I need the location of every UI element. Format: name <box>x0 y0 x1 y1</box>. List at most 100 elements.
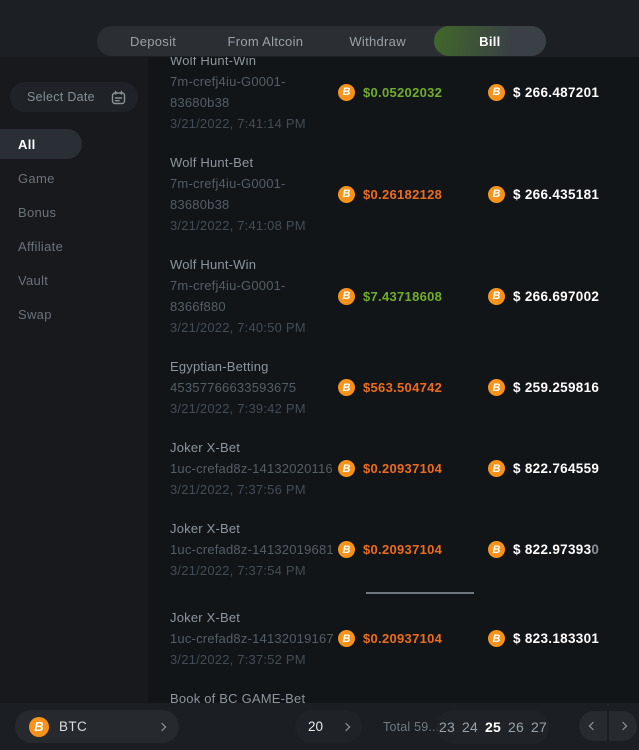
page-number-25[interactable]: 25 <box>485 719 501 735</box>
page-number-26[interactable]: 26 <box>508 719 524 735</box>
select-date-button[interactable]: Select Date <box>10 82 138 112</box>
transaction-title: Wolf Hunt-Win <box>170 57 338 71</box>
transaction-amount-cell: B $0.20937104 <box>338 541 488 558</box>
transaction-timestamp: 3/21/2022, 7:41:08 PM <box>170 215 338 236</box>
page-number-23[interactable]: 23 <box>439 719 455 735</box>
transaction-amount: $0.05202032 <box>363 85 442 100</box>
transaction-balance-cell: B $ 823.183301 <box>488 630 639 647</box>
btc-icon: B <box>338 630 355 647</box>
transaction-balance: $ 266.435181 <box>513 187 599 202</box>
transaction-id-block: 1uc-crefad8z-14132020116 <box>170 458 338 479</box>
transaction-balance-cell: B $ 266.697002 <box>488 288 639 305</box>
btc-icon: B <box>488 186 505 203</box>
sidebar-item-bonus[interactable]: Bonus <box>0 197 148 227</box>
transaction-balance-cell: B $ 266.435181 <box>488 186 639 203</box>
btc-icon: B <box>338 460 355 477</box>
transaction-info: Joker X-Bet 1uc-crefad8z-14132019681 3/2… <box>148 518 338 581</box>
currency-selector[interactable]: B BTC <box>15 710 179 743</box>
main-content: Wolf Hunt-Win 7m-crefj4iu-G0001-83680b38… <box>148 57 639 703</box>
transaction-balance: $ 823.183301 <box>513 631 599 646</box>
row-divider <box>366 592 474 594</box>
transaction-balance-cell: B $ 266.487201 <box>488 84 639 101</box>
transaction-id: 7m-crefj4iu-G0001- <box>170 275 338 296</box>
bill-page: DepositFrom AltcoinWithdrawBill Select D… <box>0 0 639 750</box>
calendar-icon <box>111 90 126 105</box>
transaction-row: Joker X-Bet 1uc-crefad8z-14132019681 3/2… <box>148 511 639 588</box>
next-page-button[interactable] <box>609 711 637 741</box>
transaction-balance: $ 822.973930 <box>513 542 599 557</box>
page-number-24[interactable]: 24 <box>462 719 478 735</box>
transaction-row: Wolf Hunt-Bet 7m-crefj4iu-G0001-83680b38… <box>148 145 639 243</box>
sidebar-item-all[interactable]: All <box>0 129 82 159</box>
sidebar-item-game[interactable]: Game <box>0 163 148 193</box>
transaction-id: 1uc-crefad8z-14132019681 <box>170 539 338 560</box>
transaction-id: 83680b38 <box>170 194 338 215</box>
chevron-left-icon <box>589 722 597 730</box>
chevron-right-icon <box>619 722 627 730</box>
transaction-list[interactable]: Wolf Hunt-Win 7m-crefj4iu-G0001-83680b38… <box>148 57 639 703</box>
transaction-balance: $ 266.697002 <box>513 289 599 304</box>
transaction-timestamp: 3/21/2022, 7:39:42 PM <box>170 398 338 419</box>
transaction-id-block: 7m-crefj4iu-G0001-83680b38 <box>170 173 338 215</box>
chevron-right-icon <box>158 722 166 730</box>
transaction-row: Wolf Hunt-Win 7m-crefj4iu-G0001-8366f880… <box>148 247 639 345</box>
header: DepositFrom AltcoinWithdrawBill <box>0 0 639 57</box>
transaction-amount: $563.504742 <box>363 380 442 395</box>
transaction-title: Joker X-Bet <box>170 518 338 539</box>
sidebar-menu: All Game Bonus Affiliate Vault Swap <box>0 129 148 333</box>
transaction-info: Joker X-Bet 1uc-crefad8z-14132020116 3/2… <box>148 437 338 500</box>
btc-icon: B <box>338 186 355 203</box>
transaction-id-block: 1uc-crefad8z-14132019167 <box>170 628 338 649</box>
page-size-value: 20 <box>308 719 343 734</box>
transaction-row: Egyptian-Betting 45357766633593675 3/21/… <box>148 349 639 426</box>
transaction-id: 1uc-crefad8z-14132019167 <box>170 628 338 649</box>
transaction-balance: $ 266.487201 <box>513 85 599 100</box>
select-date-label: Select Date <box>27 90 111 104</box>
btc-icon: B <box>338 541 355 558</box>
transaction-id: 7m-crefj4iu-G0001- <box>170 71 338 92</box>
btc-icon: B <box>488 541 505 558</box>
total-count-label: Total 59... <box>383 703 439 750</box>
transaction-info: Wolf Hunt-Bet 7m-crefj4iu-G0001-83680b38… <box>148 152 338 236</box>
btc-icon: B <box>488 84 505 101</box>
chevron-right-icon <box>342 722 350 730</box>
prev-page-button[interactable] <box>579 711 607 741</box>
transaction-id: 8366f880 <box>170 296 338 317</box>
transaction-timestamp: 3/21/2022, 7:37:56 PM <box>170 479 338 500</box>
sidebar-item-vault[interactable]: Vault <box>0 265 148 295</box>
transaction-amount: $0.20937104 <box>363 631 442 646</box>
transaction-amount-cell: B $0.26182128 <box>338 186 488 203</box>
transaction-title: Joker X-Bet <box>170 607 338 628</box>
tab-deposit[interactable]: Deposit <box>97 26 209 56</box>
transaction-amount-cell: B $0.20937104 <box>338 630 488 647</box>
sidebar-item-swap[interactable]: Swap <box>0 299 148 329</box>
page-size-selector[interactable]: 20 <box>295 710 362 743</box>
transaction-balance-cell: B $ 822.973930 <box>488 541 639 558</box>
tab-bar: DepositFrom AltcoinWithdrawBill <box>97 26 546 56</box>
transaction-title: Book of BC GAME-Bet <box>170 688 338 703</box>
btc-icon: B <box>338 84 355 101</box>
page-number-27[interactable]: 27 <box>531 719 547 735</box>
tab-from-altcoin[interactable]: From Altcoin <box>209 26 321 56</box>
tab-bill[interactable]: Bill <box>434 26 546 56</box>
tab-withdraw[interactable]: Withdraw <box>322 26 434 56</box>
transaction-amount-cell: B $0.20937104 <box>338 460 488 477</box>
transaction-amount: $0.20937104 <box>363 542 442 557</box>
btc-icon: B <box>338 288 355 305</box>
transaction-id-block: 7m-crefj4iu-G0001-83680b38 <box>170 71 338 113</box>
transaction-id: 45357766633593675 <box>170 377 338 398</box>
transaction-amount-cell: B $7.43718608 <box>338 288 488 305</box>
btc-icon: B <box>338 379 355 396</box>
transaction-title: Joker X-Bet <box>170 437 338 458</box>
transaction-balance: $ 822.764559 <box>513 461 599 476</box>
transaction-info: Wolf Hunt-Win 7m-crefj4iu-G0001-8366f880… <box>148 254 338 338</box>
transaction-id-block: 45357766633593675 <box>170 377 338 398</box>
sidebar-item-affiliate[interactable]: Affiliate <box>0 231 148 261</box>
transaction-amount: $7.43718608 <box>363 289 442 304</box>
transaction-title: Wolf Hunt-Bet <box>170 152 338 173</box>
transaction-id: 7m-crefj4iu-G0001- <box>170 173 338 194</box>
transaction-amount-cell: B $0.05202032 <box>338 84 488 101</box>
transaction-row: Wolf Hunt-Win 7m-crefj4iu-G0001-83680b38… <box>148 57 639 141</box>
transaction-balance-cell: B $ 822.764559 <box>488 460 639 477</box>
transaction-row: Joker X-Bet 1uc-crefad8z-14132020116 3/2… <box>148 430 639 507</box>
